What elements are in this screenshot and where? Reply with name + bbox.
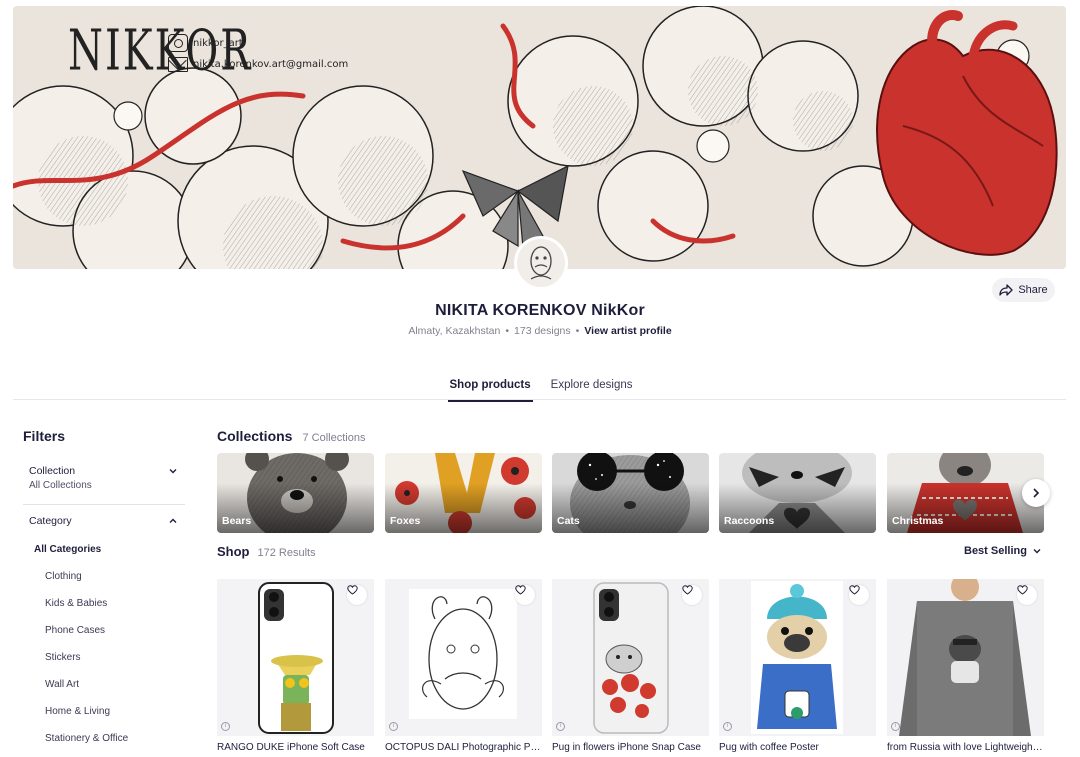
favorite-button[interactable] [347, 585, 367, 605]
category-list: All Categories Clothing Kids & Babies Ph… [34, 543, 128, 757]
collection-card-christmas[interactable]: Christmas [887, 453, 1044, 533]
share-label: Share [1018, 284, 1048, 296]
instagram-handle: nikkor_art [193, 37, 243, 49]
category-kids-babies[interactable]: Kids & Babies [34, 597, 128, 624]
product-image[interactable]: i [385, 579, 542, 736]
heart-icon [347, 585, 358, 595]
product-title[interactable]: from Russia with love Lightweight Sweats… [887, 742, 1044, 753]
info-icon[interactable]: i [221, 722, 230, 731]
collection-filter[interactable]: Collection All Collections [23, 465, 185, 491]
product-image[interactable]: i [719, 579, 876, 736]
shop-result-count: 172 Results [257, 547, 316, 559]
info-icon[interactable]: i [891, 722, 900, 731]
product-title[interactable]: Pug in flowers iPhone Snap Case [552, 742, 709, 753]
artist-avatar [514, 236, 568, 290]
product-title[interactable]: OCTOPUS DALI Photographic Print [385, 742, 542, 753]
artist-name: NIKITA KORENKOV NikKor [435, 302, 645, 319]
carousel-next-button[interactable] [1022, 479, 1050, 507]
product-title[interactable]: RANGO DUKE iPhone Soft Case [217, 742, 374, 753]
favorite-button[interactable] [682, 585, 702, 605]
product-image[interactable]: i [552, 579, 709, 736]
collections-header: Collections 7 Collections [217, 428, 365, 444]
product-card[interactable]: i RANGO DUKE iPhone Soft Case [217, 579, 374, 753]
collections-title: Collections [217, 428, 293, 444]
collection-filter-value: All Collections [29, 480, 92, 491]
profile-banner: NIKKOR nikkor_art nikita.korenkov.art@gm… [13, 6, 1066, 269]
category-all[interactable]: All Categories [34, 543, 128, 570]
category-phone-cases[interactable]: Phone Cases [34, 624, 128, 651]
tab-explore-designs[interactable]: Explore designs [551, 375, 633, 402]
favorite-button[interactable] [849, 585, 869, 605]
collection-label: Raccoons [724, 515, 775, 527]
share-arrow-icon [999, 284, 1013, 296]
chevron-right-icon [1033, 488, 1040, 498]
product-card[interactable]: i Pug with coffee Poster [719, 579, 876, 753]
category-filter[interactable]: Category [23, 515, 185, 527]
category-stickers[interactable]: Stickers [34, 651, 128, 678]
collection-label: Christmas [892, 515, 944, 527]
tabs-divider [13, 399, 1066, 400]
favorite-button[interactable] [515, 585, 535, 605]
heart-icon [1017, 585, 1028, 595]
info-icon[interactable]: i [389, 722, 398, 731]
profile-tabs: Shop products Explore designs [0, 375, 1080, 402]
collection-card-bears[interactable]: Bears [217, 453, 374, 533]
collection-card-foxes[interactable]: Foxes [385, 453, 542, 533]
product-image[interactable]: i [887, 579, 1044, 736]
product-image[interactable]: i [217, 579, 374, 736]
info-icon[interactable]: i [723, 722, 732, 731]
collections-count: 7 Collections [302, 432, 366, 444]
instagram-contact: nikkor_art [168, 34, 243, 52]
collection-label: Cats [557, 515, 580, 527]
email-address: nikita.korenkov.art@gmail.com [193, 59, 349, 70]
tab-shop-products[interactable]: Shop products [447, 375, 533, 402]
share-button[interactable]: Share [992, 278, 1055, 302]
envelope-icon [168, 57, 188, 72]
chevron-down-icon [169, 469, 177, 474]
category-home-living[interactable]: Home & Living [34, 705, 128, 732]
shop-header: Shop 172 Results [217, 544, 316, 559]
chevron-down-icon [1033, 549, 1041, 554]
category-filter-label: Category [29, 515, 72, 527]
collection-label: Bears [222, 515, 252, 527]
info-icon[interactable]: i [556, 722, 565, 731]
favorite-button[interactable] [1017, 585, 1037, 605]
view-artist-profile-link[interactable]: View artist profile [584, 325, 671, 337]
collection-label: Foxes [390, 515, 421, 527]
shop-title: Shop [217, 544, 250, 559]
product-card[interactable]: i OCTOPUS DALI Photographic Print [385, 579, 542, 753]
sort-dropdown-value: Best Selling [964, 545, 1027, 557]
instagram-icon [168, 34, 188, 52]
product-title[interactable]: Pug with coffee Poster [719, 742, 876, 753]
avatar-illustration [530, 246, 552, 280]
chevron-up-icon [169, 518, 177, 523]
artist-meta: Almaty, Kazakhstan • 173 designs • View arti… [0, 325, 1080, 337]
meta-separator: • [505, 325, 510, 337]
collection-card-raccoons[interactable]: Raccoons [719, 453, 876, 533]
collection-filter-label: Collection [29, 465, 76, 477]
heart-icon [682, 585, 693, 595]
heart-icon [849, 585, 860, 595]
email-contact: nikita.korenkov.art@gmail.com [168, 57, 348, 72]
artist-location: Almaty, Kazakhstan [408, 325, 501, 337]
heart-icon [515, 585, 526, 595]
product-card[interactable]: i Pug in flowers iPhone Snap Case [552, 579, 709, 753]
category-clothing[interactable]: Clothing [34, 570, 128, 597]
meta-separator: • [575, 325, 580, 337]
category-stationery-office[interactable]: Stationery & Office [34, 732, 128, 757]
filters-title: Filters [23, 428, 66, 444]
sort-dropdown[interactable]: Best Selling [964, 545, 1041, 557]
collection-card-cats[interactable]: Cats [552, 453, 709, 533]
filter-divider [23, 504, 185, 505]
product-card[interactable]: i from Russia with love Lightweight Swea… [887, 579, 1044, 753]
category-wall-art[interactable]: Wall Art [34, 678, 128, 705]
artist-design-count: 173 designs [514, 325, 571, 337]
